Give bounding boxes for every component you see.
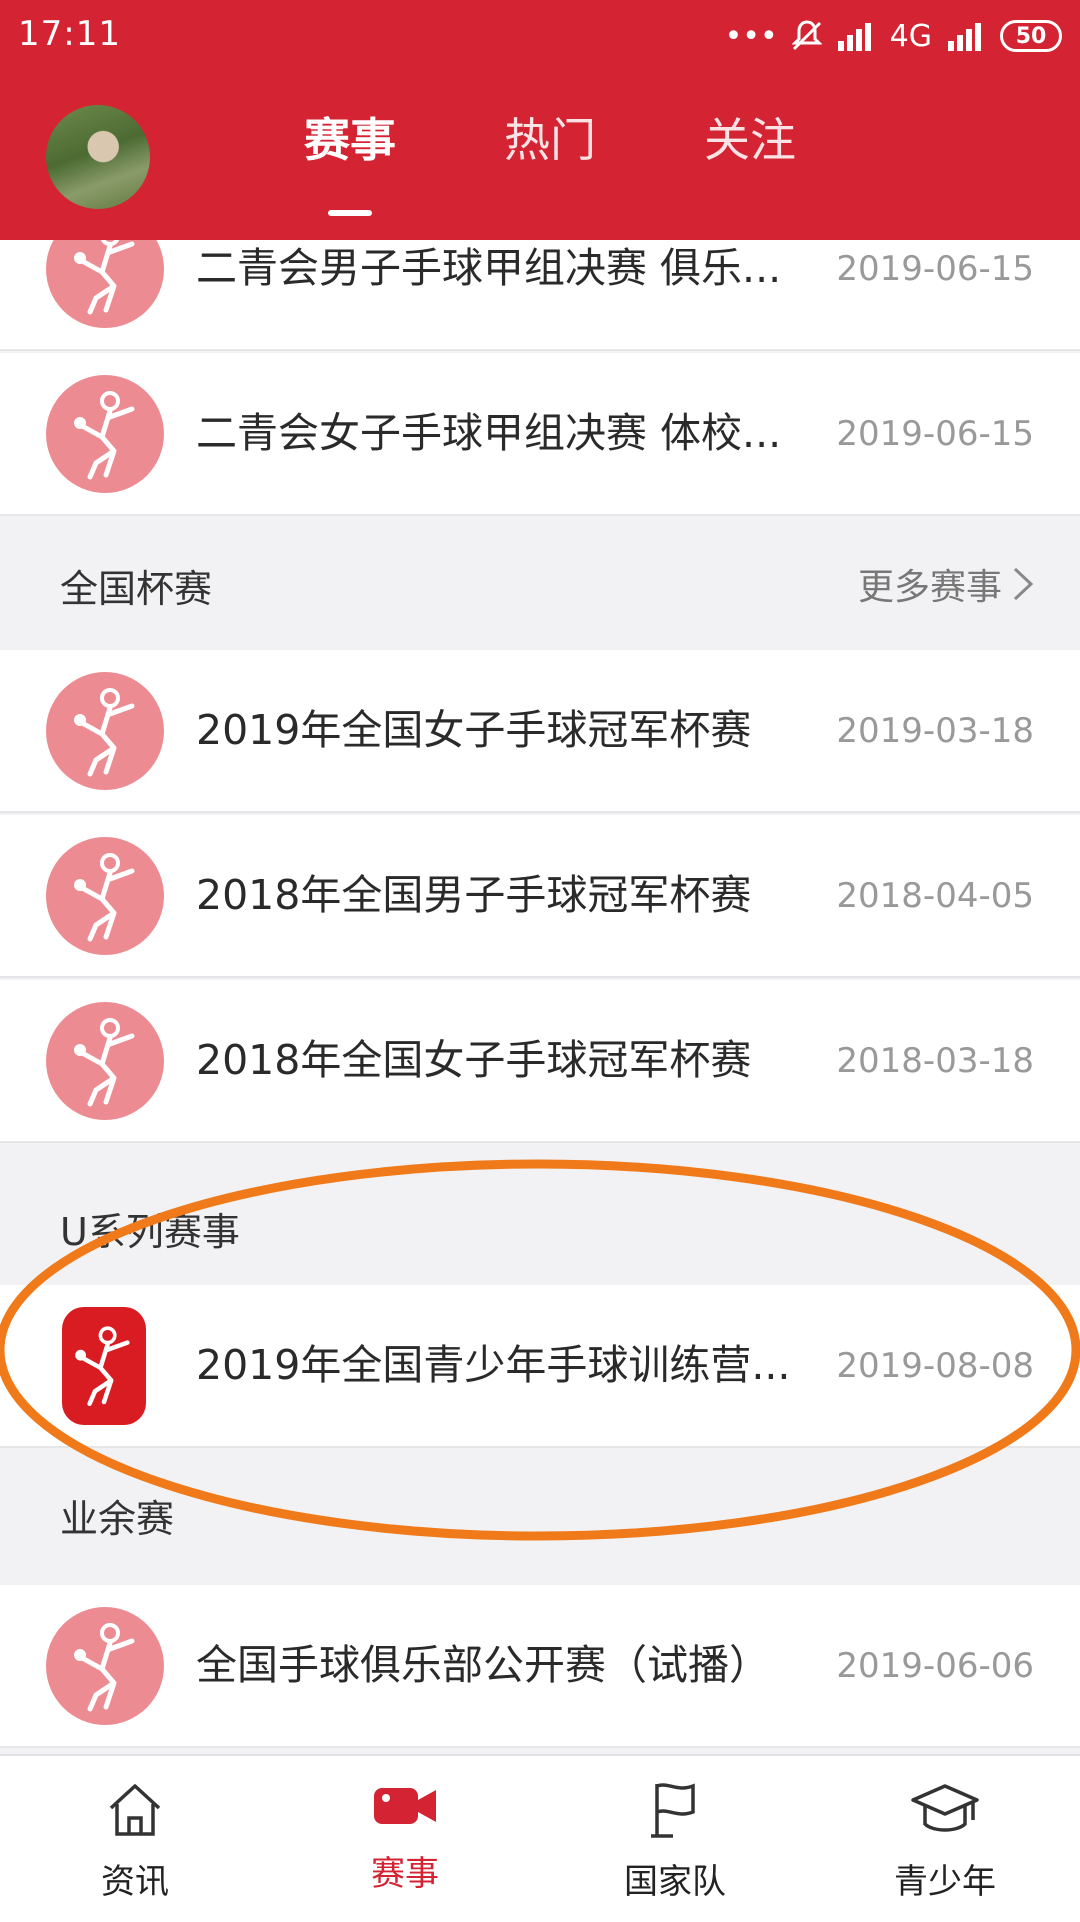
event-date: 2019-03-18: [836, 711, 1034, 751]
top-tabs: 赛事 热门 关注: [250, 117, 850, 220]
graduation-cap-icon: [911, 1784, 979, 1832]
handball-logo-icon: [46, 1002, 164, 1120]
signal-icon-2: [948, 23, 981, 51]
tab-following[interactable]: 关注: [650, 117, 850, 220]
nav-youth-label: 青少年: [894, 1862, 996, 1902]
list-item[interactable]: 2018年全国女子手球冠军杯赛 2018-03-18: [0, 980, 1080, 1143]
nav-national-team[interactable]: 国家队: [540, 1756, 810, 1922]
user-avatar[interactable]: [46, 105, 150, 209]
list-item[interactable]: 2019年全国青少年手球训练营... 2019-08-08: [0, 1285, 1080, 1448]
handball-logo-icon: [46, 837, 164, 955]
list-item[interactable]: 二青会女子手球甲组决赛 体校... 2019-06-15: [0, 353, 1080, 516]
list-item[interactable]: 2018年全国男子手球冠军杯赛 2018-04-05: [0, 815, 1080, 978]
event-date: 2019-06-15: [836, 249, 1034, 289]
list-item[interactable]: 2019年全国女子手球冠军杯赛 2019-03-18: [0, 650, 1080, 813]
more-events-link[interactable]: 更多赛事: [858, 558, 1034, 610]
event-title: 2019年全国青少年手球训练营...: [196, 1341, 791, 1389]
bottom-navigation: 资讯 赛事 国家队 青少年: [0, 1754, 1080, 1922]
status-time: 17:11: [18, 14, 121, 54]
event-date: 2019-08-08: [836, 1346, 1034, 1386]
status-bar: 17:11 ••• 4G 50: [0, 0, 1080, 76]
tab-events-label: 赛事: [304, 113, 396, 167]
handball-logo-red-icon: [62, 1307, 146, 1425]
event-date: 2019-06-06: [836, 1646, 1034, 1686]
nav-youth[interactable]: 青少年: [810, 1756, 1080, 1922]
section-header-amateur: 业余赛: [0, 1448, 1080, 1588]
section-title: 全国杯赛: [60, 567, 213, 611]
app-header: 17:11 ••• 4G 50 赛事 热门 关注: [0, 0, 1080, 240]
section-title: 业余赛: [60, 1497, 175, 1541]
video-camera-icon: [374, 1788, 436, 1824]
tab-popular[interactable]: 热门: [450, 117, 650, 220]
handball-logo-icon: [46, 375, 164, 493]
list-item[interactable]: 二青会男子手球甲组决赛 俱乐... 2019-06-15: [0, 240, 1080, 351]
event-title: 2019年全国女子手球冠军杯赛: [196, 706, 752, 754]
event-date: 2018-03-18: [836, 1041, 1034, 1081]
mute-bell-icon: [791, 20, 822, 51]
event-title: 2018年全国男子手球冠军杯赛: [196, 871, 752, 919]
section-header-u-series: U系列赛事: [0, 1145, 1080, 1285]
network-type: 4G: [889, 18, 932, 54]
battery-indicator: 50: [1000, 20, 1062, 52]
event-title: 2018年全国女子手球冠军杯赛: [196, 1036, 752, 1084]
event-title: 二青会女子手球甲组决赛 体校...: [196, 409, 782, 457]
status-icons: ••• 4G 50: [725, 14, 1062, 58]
flag-icon: [651, 1783, 695, 1838]
handball-logo-icon: [46, 240, 164, 328]
chevron-right-icon: [1013, 567, 1034, 601]
tab-events[interactable]: 赛事: [250, 117, 450, 220]
section-title: U系列赛事: [60, 1210, 240, 1254]
handball-logo-icon: [46, 672, 164, 790]
nav-news-label: 资讯: [101, 1862, 169, 1902]
events-list: 二青会男子手球甲组决赛 俱乐... 2019-06-15 二青会女子手球甲组决赛…: [0, 240, 1080, 1754]
nav-events[interactable]: 赛事: [270, 1756, 540, 1922]
nav-events-label: 赛事: [371, 1854, 439, 1894]
event-date: 2018-04-05: [836, 876, 1034, 916]
active-tab-indicator: [328, 210, 372, 216]
tab-popular-label: 热门: [504, 113, 596, 167]
event-date: 2019-06-15: [836, 414, 1034, 454]
list-item[interactable]: 全国手球俱乐部公开赛（试播） 2019-06-06: [0, 1585, 1080, 1748]
event-title: 二青会男子手球甲组决赛 俱乐...: [196, 244, 782, 292]
nav-news[interactable]: 资讯: [0, 1756, 270, 1922]
more-dots-icon: •••: [724, 18, 778, 54]
handball-logo-icon: [46, 1607, 164, 1725]
event-title: 全国手球俱乐部公开赛（试播）: [196, 1641, 770, 1689]
home-icon: [109, 1784, 161, 1836]
more-events-label: 更多赛事: [857, 567, 1002, 608]
signal-icon: [837, 23, 871, 51]
nav-national-team-label: 国家队: [624, 1862, 726, 1902]
section-header-national-cup: 全国杯赛 更多赛事: [0, 518, 1080, 650]
tab-following-label: 关注: [704, 113, 796, 167]
